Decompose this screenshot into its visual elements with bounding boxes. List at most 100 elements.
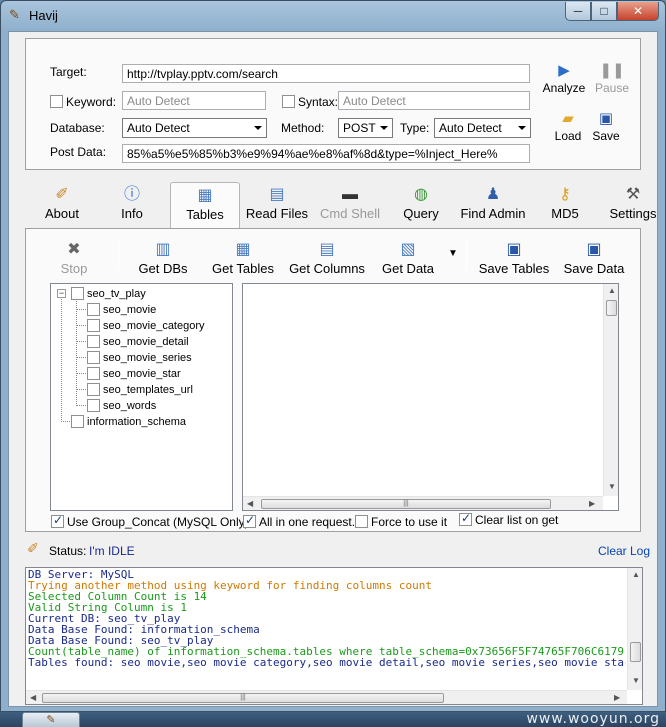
scroll-thumb[interactable] xyxy=(606,300,617,316)
get-dbs-button[interactable]: ▥ Get DBs xyxy=(134,239,192,276)
type-select-value: Auto Detect xyxy=(439,121,502,135)
scroll-thumb[interactable]: ||| xyxy=(42,693,444,703)
force-label: Force to use it xyxy=(371,515,448,529)
log-lines: DB Server: MySQL Trying another method us… xyxy=(26,568,626,668)
tree-checkbox[interactable] xyxy=(71,414,84,428)
tree-node-label: seo_templates_url xyxy=(103,384,193,396)
havij-app-icon: ✎ xyxy=(9,7,20,22)
clear-list-checkbox[interactable] xyxy=(459,511,472,526)
analyze-button[interactable]: ▶ Analyze xyxy=(540,61,588,95)
tree-checkbox[interactable] xyxy=(87,318,100,332)
load-label: Load xyxy=(554,129,582,143)
floppy-icon: ▣ xyxy=(506,241,522,258)
tree-checkbox[interactable] xyxy=(87,350,100,364)
scroll-left-icon[interactable]: ◀ xyxy=(30,693,36,702)
get-data-button[interactable]: ▧ Get Data xyxy=(380,239,436,276)
keyword-checkbox[interactable] xyxy=(50,95,63,108)
stop-button[interactable]: ✖ Stop xyxy=(56,239,92,276)
tree-node-table[interactable]: seo_movie_star xyxy=(87,366,181,381)
syntax-input[interactable]: Auto Detect xyxy=(338,91,530,110)
get-tables-button[interactable]: ▦ Get Tables xyxy=(210,239,276,276)
method-label: Method: xyxy=(281,121,325,135)
terminal-icon: ▬ xyxy=(342,186,358,203)
tools-icon: ⚒ xyxy=(625,186,641,203)
tab-read-files[interactable]: ▤ Read Files xyxy=(245,182,309,228)
all-in-one-checkbox[interactable] xyxy=(243,513,256,528)
tree-checkbox[interactable] xyxy=(87,302,100,316)
log-hscroll[interactable]: ◀ ||| ▶ xyxy=(26,690,627,704)
target-input[interactable]: http://tvplay.pptv.com/search xyxy=(122,64,530,83)
tree-node-table[interactable]: seo_templates_url xyxy=(87,382,193,397)
data-icon: ▧ xyxy=(400,241,416,258)
database-select[interactable]: Auto Detect xyxy=(122,118,267,138)
tree-checkbox[interactable] xyxy=(87,398,100,412)
method-select[interactable]: POST xyxy=(338,118,393,138)
get-dbs-label: Get DBs xyxy=(138,261,188,276)
taskbar-havij-item[interactable]: ✎ xyxy=(22,712,80,727)
tree-node-table[interactable]: seo_movie xyxy=(87,302,157,317)
title-bar[interactable]: ✎ Havij ─ □ ✕ xyxy=(1,1,665,29)
tree-checkbox[interactable] xyxy=(87,366,100,380)
tab-md5[interactable]: ⚷ MD5 xyxy=(547,182,583,228)
tab-settings[interactable]: ⚒ Settings xyxy=(609,182,657,228)
tree-node-table[interactable]: seo_movie_series xyxy=(87,350,192,365)
save-tables-button[interactable]: ▣ Save Tables xyxy=(478,239,550,276)
tree-node-label: seo_movie_detail xyxy=(103,336,189,348)
keyword-input[interactable]: Auto Detect xyxy=(122,91,266,110)
columns-icon: ▤ xyxy=(319,241,335,258)
tab-info[interactable]: ⓘ Info xyxy=(113,182,151,228)
get-columns-button[interactable]: ▤ Get Columns xyxy=(288,239,366,276)
scroll-down-icon[interactable]: ▼ xyxy=(632,676,640,685)
tab-about[interactable]: ✐ About xyxy=(39,182,85,228)
scroll-right-icon[interactable]: ▶ xyxy=(589,499,595,508)
data-grid-hscroll[interactable]: ◀ ||| ▶ xyxy=(243,496,603,510)
tree-node-table[interactable]: seo_movie_category xyxy=(87,318,205,333)
tab-cmd-shell[interactable]: ▬ Cmd Shell xyxy=(317,182,383,228)
window-controls: ─ □ ✕ xyxy=(565,2,659,21)
log-vscroll[interactable]: ▲ ▼ xyxy=(627,568,642,690)
get-data-dropdown[interactable]: ▼ xyxy=(446,243,460,265)
minimize-button[interactable]: ─ xyxy=(565,2,591,21)
save-data-button[interactable]: ▣ Save Data xyxy=(562,239,626,276)
scroll-right-icon[interactable]: ▶ xyxy=(614,693,620,702)
pause-button[interactable]: ❚❚ Pause xyxy=(592,61,632,95)
tab-query[interactable]: ◍ Query xyxy=(397,182,445,228)
tree-node-label: seo_movie xyxy=(103,304,157,316)
force-checkbox[interactable] xyxy=(355,515,368,528)
database-tree[interactable]: − seo_tv_play seo_movie seo_movie_catego… xyxy=(50,283,233,511)
tree-checkbox[interactable] xyxy=(71,286,84,300)
key-icon: ⚷ xyxy=(559,186,571,203)
scroll-thumb[interactable]: ||| xyxy=(261,499,551,509)
tree-node-table[interactable]: seo_words xyxy=(87,398,156,413)
clear-log-link[interactable]: Clear Log xyxy=(598,544,650,558)
chevron-down-icon xyxy=(380,126,388,130)
status-label: Status: xyxy=(49,544,87,558)
tree-checkbox[interactable] xyxy=(87,334,100,348)
tree-checkbox[interactable] xyxy=(87,382,100,396)
data-grid[interactable]: ▲ ▼ ◀ ||| ▶ xyxy=(242,283,619,511)
scroll-up-icon[interactable]: ▲ xyxy=(608,286,616,295)
tree-node-root[interactable]: information_schema xyxy=(71,414,186,429)
scroll-up-icon[interactable]: ▲ xyxy=(632,570,640,579)
main-tabs: ✐ About ⓘ Info ▦ Tables ▤ Read Files ▬ C… xyxy=(9,182,657,228)
tree-line xyxy=(76,341,86,342)
collapse-icon[interactable]: − xyxy=(57,289,66,298)
maximize-button[interactable]: □ xyxy=(591,2,617,21)
postdata-input[interactable]: 85%a5%e5%85%b3%e9%94%ae%e8%af%8d&type=%I… xyxy=(122,144,530,163)
save-button[interactable]: ▣ Save xyxy=(588,109,624,143)
type-select[interactable]: Auto Detect xyxy=(434,118,531,138)
tab-tables[interactable]: ▦ Tables xyxy=(170,182,240,228)
log-output[interactable]: DB Server: MySQL Trying another method us… xyxy=(25,567,643,705)
data-grid-vscroll[interactable]: ▲ ▼ xyxy=(603,284,618,496)
tree-node-table[interactable]: seo_movie_detail xyxy=(87,334,189,349)
tree-node-root[interactable]: seo_tv_play xyxy=(71,286,146,301)
syntax-checkbox[interactable] xyxy=(282,95,295,108)
close-button[interactable]: ✕ xyxy=(617,2,659,21)
client-area: Target: http://tvplay.pptv.com/search Ke… xyxy=(8,31,658,707)
scroll-thumb[interactable] xyxy=(630,642,641,662)
scroll-down-icon[interactable]: ▼ xyxy=(608,482,616,491)
group-concat-checkbox[interactable] xyxy=(51,513,64,528)
scroll-left-icon[interactable]: ◀ xyxy=(247,499,253,508)
tab-find-admin[interactable]: ♟ Find Admin xyxy=(457,182,529,228)
load-button[interactable]: ▰ Load xyxy=(552,109,584,143)
